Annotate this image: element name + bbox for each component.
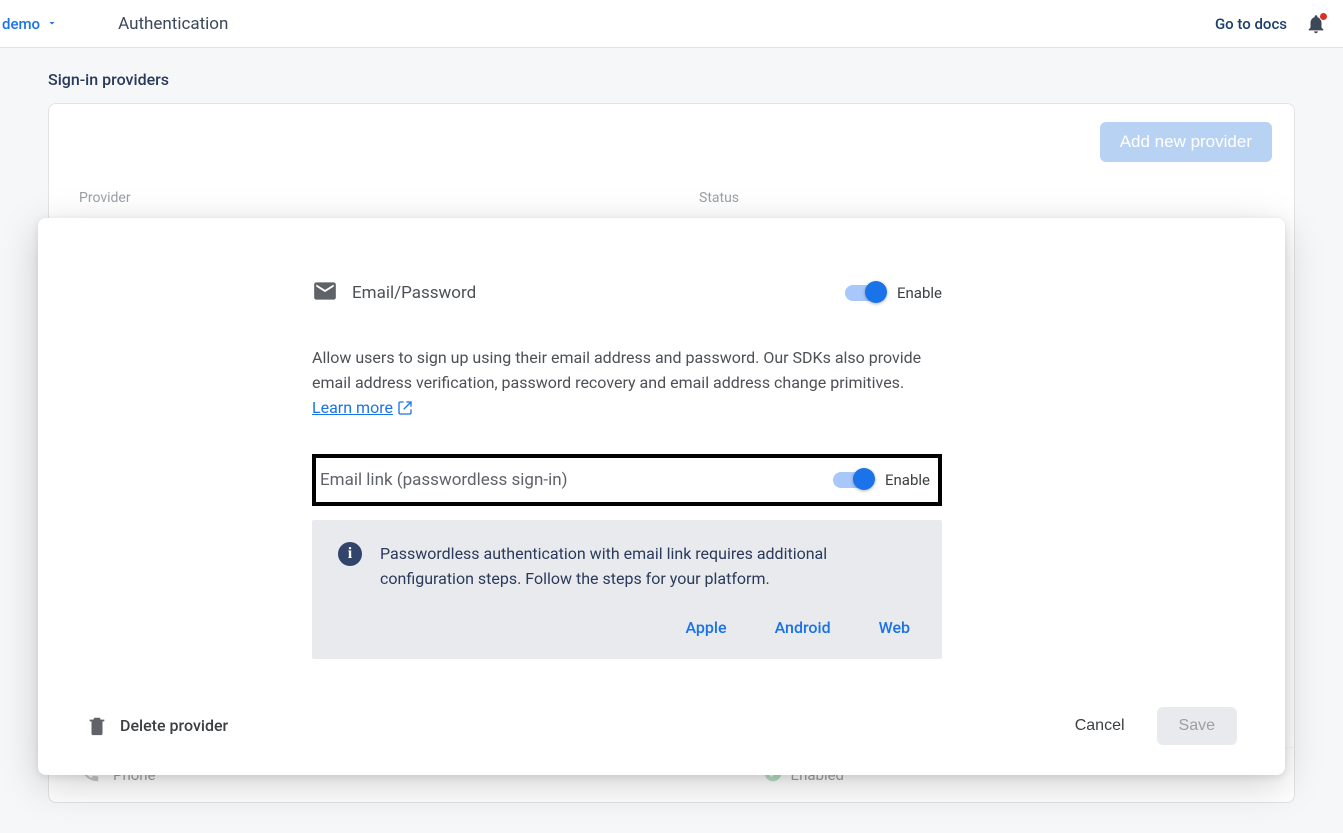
cancel-button[interactable]: Cancel (1057, 709, 1143, 743)
provider-description: Allow users to sign up using their email… (312, 346, 942, 420)
platform-links: Apple Android Web (380, 618, 916, 637)
info-icon: i (338, 542, 362, 566)
save-button[interactable]: Save (1157, 707, 1237, 745)
learn-more-label: Learn more (312, 396, 393, 421)
mail-icon (312, 278, 338, 308)
go-to-docs-link[interactable]: Go to docs (1215, 15, 1287, 33)
project-selector[interactable]: demo (0, 15, 66, 33)
external-link-icon (397, 400, 413, 416)
provider-description-text: Allow users to sign up using their email… (312, 348, 921, 392)
add-provider-button[interactable]: Add new provider (1100, 122, 1272, 162)
email-password-toggle[interactable] (845, 285, 885, 301)
column-provider: Provider (79, 190, 699, 206)
email-password-toggle-label: Enable (897, 284, 942, 302)
email-link-label: Email link (passwordless sign-in) (320, 470, 833, 490)
notification-dot-icon (1319, 12, 1328, 21)
provider-dialog: Email/Password Enable Allow users to sig… (38, 218, 1285, 775)
delete-provider-label: Delete provider (120, 716, 228, 735)
page-title: Authentication (118, 14, 228, 34)
provider-name: Email/Password (352, 283, 845, 303)
email-link-row: Email link (passwordless sign-in) Enable (312, 454, 942, 506)
column-status: Status (699, 190, 1264, 206)
trash-icon (86, 715, 108, 737)
info-panel: i Passwordless authentication with email… (312, 520, 942, 659)
top-bar: demo Authentication Go to docs (0, 0, 1343, 48)
project-name: demo (2, 15, 40, 33)
provider-header-row: Email/Password Enable (312, 278, 942, 308)
section-title: Sign-in providers (48, 70, 1343, 89)
notifications-button[interactable] (1305, 13, 1327, 35)
delete-provider-button[interactable]: Delete provider (86, 715, 228, 737)
email-link-toggle-label: Enable (885, 471, 930, 489)
platform-android-link[interactable]: Android (775, 618, 831, 637)
email-link-toggle[interactable] (833, 472, 873, 488)
platform-web-link[interactable]: Web (879, 618, 910, 637)
chevron-down-icon (46, 15, 58, 33)
info-text: Passwordless authentication with email l… (380, 542, 916, 592)
platform-apple-link[interactable]: Apple (685, 618, 726, 637)
learn-more-link[interactable]: Learn more (312, 396, 413, 421)
dialog-actions: Delete provider Cancel Save (80, 707, 1243, 745)
table-header: Provider Status (49, 162, 1294, 214)
